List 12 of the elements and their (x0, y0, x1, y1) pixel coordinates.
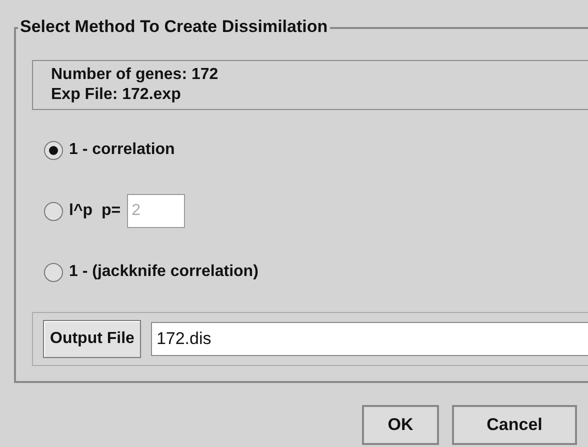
radio-label[interactable]: l^p p= (69, 199, 121, 223)
radio-button[interactable] (44, 202, 63, 220)
info-text: Exp File: 172.exp (51, 85, 182, 105)
output-file-field[interactable]: 172.dis (151, 322, 588, 356)
radio-label[interactable]: 1 - correlation (69, 138, 175, 162)
radio-label[interactable]: 1 - (jackknife correlation) (69, 260, 258, 284)
dialog-button[interactable]: Cancel (452, 405, 577, 445)
dialog-button[interactable]: OK (362, 405, 439, 445)
info-text: Number of genes: 172 (51, 65, 220, 85)
radio-button[interactable] (44, 262, 63, 282)
output-file-button[interactable]: Output File (43, 320, 142, 358)
radio-button[interactable] (44, 140, 63, 160)
